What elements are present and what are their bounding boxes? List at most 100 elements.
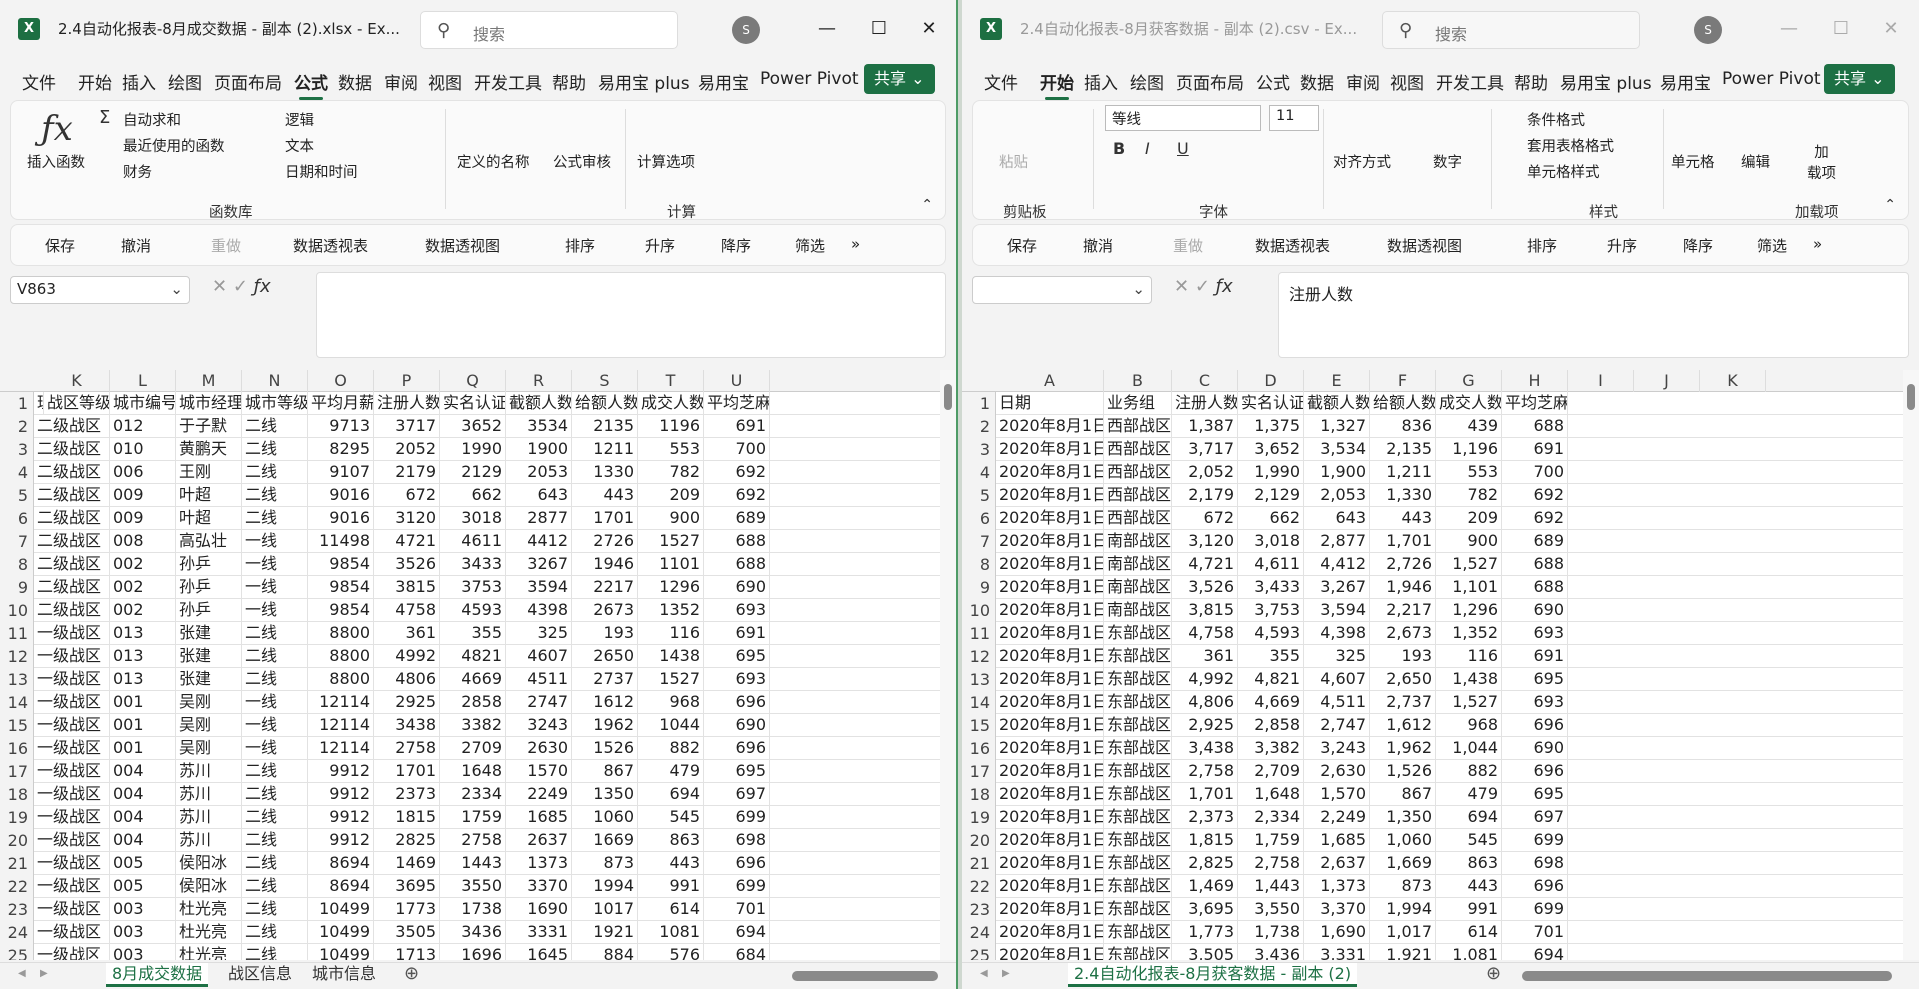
table-cell[interactable]: 4,721 (1172, 553, 1238, 576)
table-cell[interactable]: 一级战区 (34, 691, 110, 714)
avatar[interactable]: S (732, 16, 760, 44)
header-cell[interactable]: 给额人数 (572, 392, 638, 415)
table-cell[interactable]: 2,650 (1370, 668, 1436, 691)
table-cell[interactable]: 693 (704, 668, 770, 691)
table-cell[interactable]: 二线 (242, 944, 308, 960)
table-cell[interactable]: 672 (1172, 507, 1238, 530)
cancel-icon[interactable]: ✕ (212, 276, 227, 297)
ribbon-tab[interactable]: 文件 (984, 69, 1018, 94)
table-cell[interactable]: 侯阳冰 (176, 852, 242, 875)
more-button[interactable]: » (851, 235, 860, 253)
table-cell[interactable]: 1060 (572, 806, 638, 829)
editing-button[interactable]: 编辑 (1741, 151, 1770, 172)
table-cell[interactable]: 209 (638, 484, 704, 507)
table-cell[interactable]: 2825 (374, 829, 440, 852)
sheet-tab[interactable]: 战区信息 (222, 963, 298, 987)
table-cell[interactable]: 2,630 (1304, 760, 1370, 783)
table-cell[interactable]: 2217 (572, 576, 638, 599)
header-cell[interactable]: 城市编号 (110, 392, 176, 415)
confirm-icon[interactable]: ✓ (233, 276, 248, 297)
table-cell[interactable]: 614 (1436, 921, 1502, 944)
table-cell[interactable]: 1570 (506, 760, 572, 783)
underline-icon[interactable]: U (1177, 139, 1189, 158)
table-cell[interactable]: 004 (110, 806, 176, 829)
financial-button[interactable]: 财务 (123, 161, 152, 182)
table-cell[interactable]: 一级战区 (34, 852, 110, 875)
table-cell[interactable]: 3,438 (1172, 737, 1238, 760)
table-cell[interactable]: 1081 (638, 921, 704, 944)
table-cell[interactable]: 1,612 (1370, 714, 1436, 737)
row-header[interactable]: 1 (0, 392, 34, 415)
table-cell[interactable]: 二级战区 (34, 507, 110, 530)
ribbon-tab[interactable]: 审阅 (384, 69, 418, 94)
ribbon-tab[interactable]: 帮助 (552, 69, 586, 94)
table-cell[interactable]: 二线 (242, 415, 308, 438)
table-cell[interactable]: 2020年8月1日 (996, 645, 1104, 668)
row-header[interactable]: 16 (962, 737, 996, 760)
table-cell[interactable]: 688 (1502, 576, 1568, 599)
table-cell[interactable]: 4992 (374, 645, 440, 668)
table-cell[interactable]: 1330 (572, 461, 638, 484)
table-cell[interactable]: 2,925 (1172, 714, 1238, 737)
name-box[interactable]: V863 ⌄ (10, 276, 190, 304)
row-header[interactable]: 15 (0, 714, 34, 737)
row-header[interactable]: 2 (0, 415, 34, 438)
table-cell[interactable]: 8800 (308, 668, 374, 691)
table-cell[interactable]: 东部战区 (1104, 622, 1172, 645)
table-cell[interactable]: 696 (704, 852, 770, 875)
table-cell[interactable]: 2673 (572, 599, 638, 622)
table-cell[interactable]: 二级战区 (34, 599, 110, 622)
table-cell[interactable]: 1,101 (1436, 576, 1502, 599)
table-cell[interactable]: 3,717 (1172, 438, 1238, 461)
table-cell[interactable]: 1685 (506, 806, 572, 829)
name-box[interactable]: ⌄ (972, 276, 1152, 304)
table-cell[interactable]: 1,352 (1436, 622, 1502, 645)
table-cell[interactable]: 1648 (440, 760, 506, 783)
row-header[interactable]: 8 (962, 553, 996, 576)
ribbon-tab[interactable]: 视图 (428, 69, 462, 94)
table-cell[interactable]: 013 (110, 668, 176, 691)
table-cell[interactable]: 12114 (308, 691, 374, 714)
table-cell[interactable]: 杜光亮 (176, 921, 242, 944)
table-cell[interactable]: 一级战区 (34, 760, 110, 783)
table-cell[interactable]: 863 (1436, 852, 1502, 875)
table-cell[interactable]: 4611 (440, 530, 506, 553)
table-cell[interactable]: 2179 (374, 461, 440, 484)
table-cell[interactable]: 361 (374, 622, 440, 645)
table-cell[interactable]: 443 (1370, 507, 1436, 530)
table-cell[interactable]: 1527 (638, 668, 704, 691)
table-cell[interactable]: 2020年8月1日 (996, 576, 1104, 599)
table-cell[interactable]: 002 (110, 553, 176, 576)
row-header[interactable]: 4 (962, 461, 996, 484)
table-cell[interactable]: 692 (1502, 507, 1568, 530)
table-cell[interactable]: 一级战区 (34, 714, 110, 737)
header-cell[interactable]: 平均月薪 (308, 392, 374, 415)
table-cell[interactable]: 361 (1172, 645, 1238, 668)
table-cell[interactable]: 4,669 (1238, 691, 1304, 714)
table-cell[interactable]: 695 (1502, 668, 1568, 691)
table-cell[interactable]: 一线 (242, 714, 308, 737)
table-cell[interactable]: 东部战区 (1104, 921, 1172, 944)
column-header[interactable]: L (110, 370, 176, 392)
table-cell[interactable]: 1,701 (1370, 530, 1436, 553)
ribbon-tab[interactable]: 绘图 (1130, 69, 1164, 94)
table-cell[interactable]: 2,758 (1238, 852, 1304, 875)
header-cell[interactable]: 注册人数 (1172, 392, 1238, 415)
redo-button[interactable]: 重做 (1173, 235, 1203, 256)
table-cell[interactable]: 689 (1502, 530, 1568, 553)
table-cell[interactable]: 1,373 (1304, 875, 1370, 898)
table-cell[interactable]: 1,738 (1238, 921, 1304, 944)
table-cell[interactable]: 二线 (242, 645, 308, 668)
table-cell[interactable]: 2877 (506, 507, 572, 530)
table-cell[interactable]: 3652 (440, 415, 506, 438)
table-cell[interactable]: 695 (704, 760, 770, 783)
table-cell[interactable]: 696 (1502, 875, 1568, 898)
table-cell[interactable]: 4,611 (1238, 553, 1304, 576)
table-cell[interactable]: 2020年8月1日 (996, 806, 1104, 829)
ribbon-tab[interactable]: 开发工具 (474, 69, 542, 94)
table-cell[interactable]: 1044 (638, 714, 704, 737)
table-cell[interactable]: 3,331 (1304, 944, 1370, 960)
table-cell[interactable]: 3,433 (1238, 576, 1304, 599)
table-cell[interactable]: 南部战区 (1104, 576, 1172, 599)
table-cell[interactable]: 1,330 (1370, 484, 1436, 507)
